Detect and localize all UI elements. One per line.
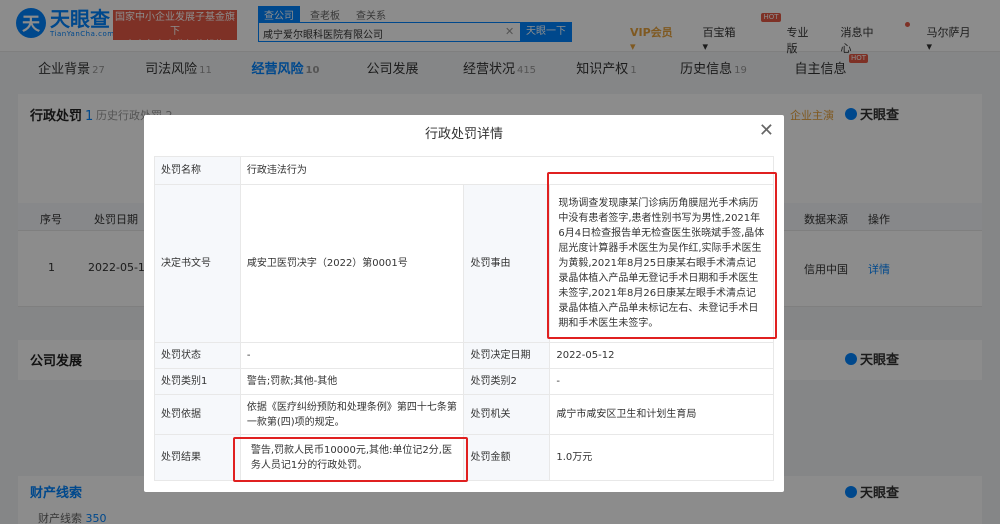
penalty-detail-modal: 行政处罚详情 ✕ 处罚名称 行政违法行为 决定书文号 咸安卫医罚决字（2022）…: [144, 115, 784, 492]
amount-label: 处罚金额: [463, 434, 551, 481]
category2-value: -: [549, 368, 774, 395]
name-value: 行政违法行为: [239, 156, 775, 185]
status-label: 处罚状态: [154, 342, 241, 369]
org-value: 咸宁市咸安区卫生和计划生育局: [549, 394, 774, 435]
detail-table: 处罚名称 行政违法行为 决定书文号 咸安卫医罚决字（2022）第0001号 处罚…: [154, 156, 775, 481]
category1-value: 警告;罚款;其他-其他: [239, 368, 465, 395]
name-label: 处罚名称: [154, 156, 241, 185]
amount-value: 1.0万元: [549, 434, 774, 481]
fact-value: 现场调查发现康某门诊病历角膜屈光手术病历中没有患者签字,患者性别书写为男性,20…: [549, 184, 774, 343]
decision-date-value: 2022-05-12: [549, 342, 774, 369]
result-value: 警告,罚款人民币10000元,其他:单位记2分,医务人员记1分的行政处罚。: [239, 434, 465, 481]
result-label: 处罚结果: [154, 434, 241, 481]
status-value: -: [239, 342, 465, 369]
doc-label: 决定书文号: [154, 184, 241, 343]
doc-value: 咸安卫医罚决字（2022）第0001号: [239, 184, 465, 343]
org-label: 处罚机关: [463, 394, 551, 435]
basis-label: 处罚依据: [154, 394, 241, 435]
close-icon[interactable]: ✕: [759, 120, 774, 141]
category1-label: 处罚类别1: [154, 368, 241, 395]
fact-label: 处罚事由: [463, 184, 551, 343]
modal-title: 行政处罚详情: [424, 127, 503, 142]
basis-value: 依据《医疗纠纷预防和处理条例》第四十七条第一款第(四)项的规定。: [239, 394, 465, 435]
decision-date-label: 处罚决定日期: [463, 342, 551, 369]
category2-label: 处罚类别2: [463, 368, 551, 395]
